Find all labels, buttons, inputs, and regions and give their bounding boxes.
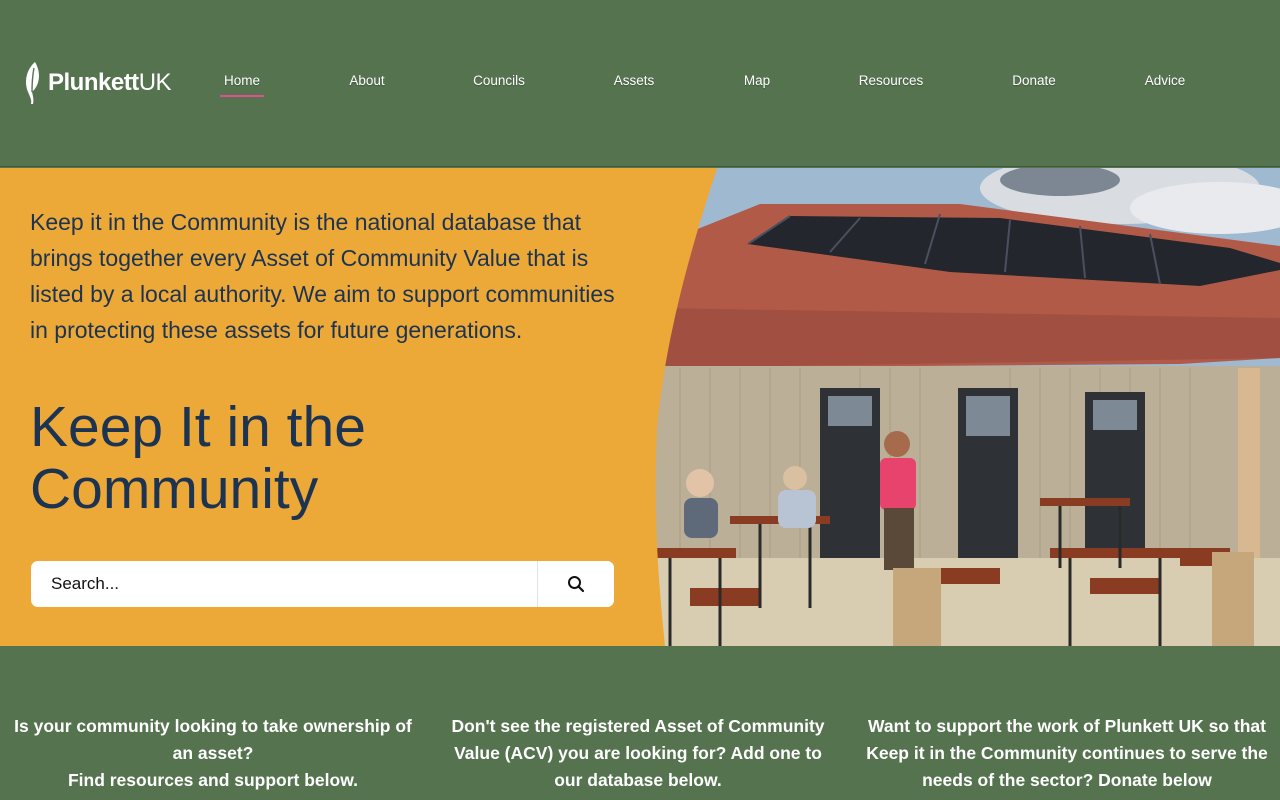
search-button[interactable] xyxy=(537,561,614,607)
cta-ownership: Is your community looking to take owners… xyxy=(10,713,416,794)
hero-section: Keep it in the Community is the national… xyxy=(0,168,1280,646)
nav-home[interactable]: Home xyxy=(219,73,265,97)
nav-donate[interactable]: Donate xyxy=(1012,73,1056,88)
nav-resources[interactable]: Resources xyxy=(859,73,924,88)
main-nav: Home About Councils Assets Map Resources… xyxy=(0,73,1280,97)
hero-intro-text: Keep it in the Community is the national… xyxy=(30,209,615,343)
nav-map[interactable]: Map xyxy=(744,73,770,88)
nav-councils[interactable]: Councils xyxy=(473,73,525,88)
nav-assets[interactable]: Assets xyxy=(614,73,655,88)
site-header: PlunkettUK Home About Councils Assets Ma… xyxy=(0,0,1280,167)
cta-ownership-resources: Find resources and support below. xyxy=(67,770,359,790)
search-form xyxy=(31,561,614,607)
nav-about[interactable]: About xyxy=(349,73,384,88)
search-icon xyxy=(568,576,585,593)
cta-ownership-question: Is your community looking to take owners… xyxy=(14,716,412,763)
cta-add-acv: Don't see the registered Asset of Commun… xyxy=(451,716,825,790)
page-title: Keep It in the Community xyxy=(30,395,366,521)
nav-advice[interactable]: Advice xyxy=(1145,73,1186,88)
search-input[interactable] xyxy=(31,561,537,607)
cta-section: Is your community looking to take owners… xyxy=(0,646,1280,800)
cta-donate: Want to support the work of Plunkett UK … xyxy=(866,716,1268,790)
